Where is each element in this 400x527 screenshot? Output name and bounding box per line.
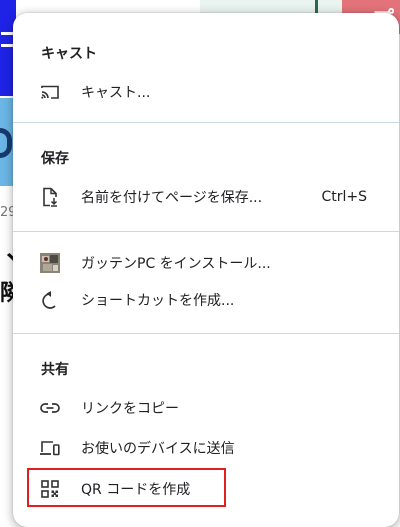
menu-item-label: 名前を付けてページを保存... bbox=[81, 190, 263, 206]
shortcut-icon bbox=[40, 290, 60, 310]
link-icon bbox=[40, 398, 60, 418]
background-glyph bbox=[1, 32, 13, 35]
cast-icon bbox=[40, 82, 60, 102]
qr-code-icon bbox=[40, 479, 60, 499]
menu-item-create-shortcut[interactable]: ショートカットを作成... bbox=[13, 282, 399, 318]
shortcut-hint: Ctrl+S bbox=[321, 189, 367, 205]
menu-item-label: お使いのデバイスに送信 bbox=[81, 441, 235, 457]
divider bbox=[13, 333, 399, 334]
context-menu: キャスト キャスト... 保存 名前を付けてページを保存... Ctrl+S ガ… bbox=[13, 13, 399, 527]
send-to-device-icon bbox=[40, 438, 60, 458]
section-header-save: 保存 bbox=[41, 151, 69, 167]
menu-item-install-app[interactable]: ガッテンPC をインストール... bbox=[13, 245, 399, 281]
menu-item-label: ガッテンPC をインストール... bbox=[81, 256, 271, 272]
menu-item-label: キャスト... bbox=[81, 85, 151, 101]
divider bbox=[13, 122, 399, 123]
menu-item-save-page[interactable]: 名前を付けてページを保存... Ctrl+S bbox=[13, 179, 399, 215]
section-header-cast: キャスト bbox=[41, 46, 97, 62]
menu-item-label: リンクをコピー bbox=[81, 401, 179, 417]
menu-item-cast[interactable]: キャスト... bbox=[13, 74, 399, 110]
site-favicon-icon bbox=[40, 253, 60, 273]
menu-item-copy-link[interactable]: リンクをコピー bbox=[13, 390, 399, 426]
save-page-icon bbox=[40, 187, 60, 207]
menu-item-label: ショートカットを作成... bbox=[81, 293, 235, 309]
menu-item-send-to-device[interactable]: お使いのデバイスに送信 bbox=[13, 430, 399, 466]
section-header-share: 共有 bbox=[41, 362, 69, 378]
divider bbox=[13, 231, 399, 232]
menu-item-create-qr-code[interactable]: QR コードを作成 bbox=[13, 471, 399, 507]
menu-item-label: QR コードを作成 bbox=[81, 482, 191, 498]
